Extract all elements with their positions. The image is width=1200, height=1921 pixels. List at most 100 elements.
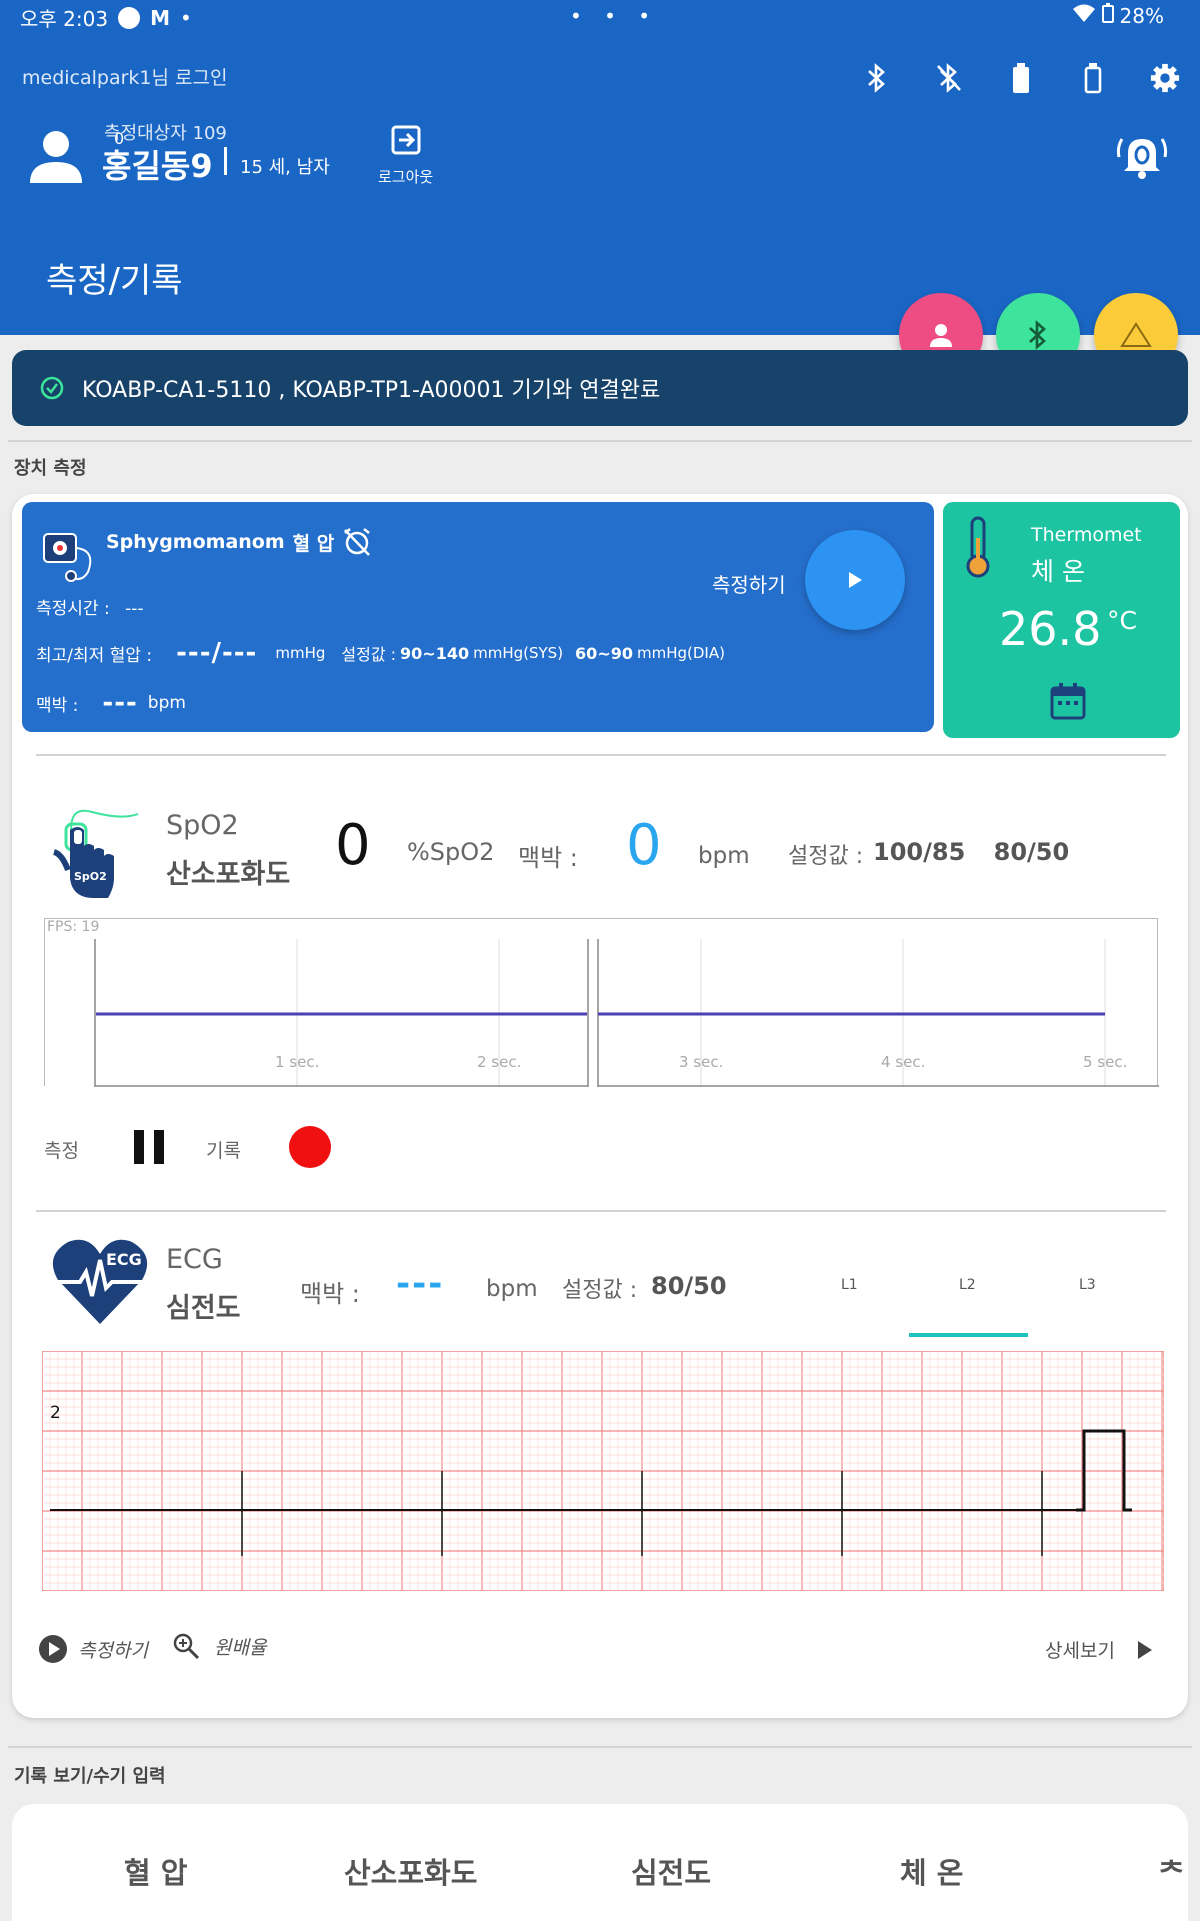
warning-icon	[1120, 322, 1152, 347]
app-header: medicalpark1님 로그인 측정대상자 109 홍길동9 15 세, 남…	[0, 33, 1200, 335]
check-circle-icon	[40, 376, 64, 400]
divider	[8, 440, 1192, 442]
spo2-hand-icon: SpO2	[52, 800, 142, 904]
tab-spo2[interactable]: 산소포화도	[344, 1850, 477, 1892]
ecg-setting-label: 설정값 :	[562, 1278, 638, 1303]
tick-5-sec: 5 sec.	[1083, 1053, 1128, 1071]
spo2-setting-label: 설정값 :	[788, 844, 864, 869]
tab-temperature[interactable]: 체 온	[900, 1850, 963, 1892]
subject-age-gender: 15 세, 남자	[240, 157, 330, 178]
tab-lead-l2[interactable]: L2	[959, 1277, 976, 1293]
tab-lead-l1[interactable]: L1	[841, 1277, 858, 1293]
zoom-in-icon	[173, 1633, 200, 1660]
ecg-pulse-value: ---	[396, 1264, 445, 1304]
tick-4-sec: 4 sec.	[881, 1053, 926, 1071]
bp-value: ---/---	[176, 638, 258, 668]
name-separator	[224, 147, 227, 175]
bp-label: 최고/최저 혈압 :	[36, 645, 153, 666]
spo2-setting-value-1: 100/85	[873, 838, 966, 866]
record-button[interactable]	[289, 1126, 331, 1168]
spo2-pulse-label: 맥박 :	[518, 844, 578, 872]
bp-measure-play-button[interactable]	[805, 530, 905, 630]
ecg-heart-icon: ECG	[50, 1236, 150, 1330]
ecg-detail-button[interactable]: 상세보기	[1045, 1636, 1153, 1663]
spo2-icon-label: SpO2	[74, 870, 107, 883]
bluetooth-disabled-icon[interactable]	[934, 61, 964, 95]
bluetooth-icon[interactable]	[862, 61, 892, 95]
login-text: medicalpark1님 로그인	[22, 67, 228, 89]
wifi-icon	[1072, 3, 1096, 28]
bp-sys-unit: mmHg(SYS)	[473, 644, 564, 662]
section-label-device: 장치 측정	[14, 458, 87, 479]
play-arrow-icon	[1137, 1640, 1152, 1659]
blood-pressure-panel: Sphygmomanom 혈 압 측정시간 : --- 최고/최저 혈압 : -…	[22, 502, 934, 732]
status-dots: • • •	[570, 4, 659, 28]
bp-pulse-value: ---	[102, 688, 138, 718]
pause-icon	[134, 1130, 164, 1164]
settings-gear-icon[interactable]	[1150, 61, 1180, 95]
bp-unit: mmHg	[275, 644, 326, 662]
spo2-setting-value-2: 80/50	[993, 838, 1070, 866]
battery-empty-icon[interactable]	[1078, 61, 1108, 95]
connection-text: KOABP-CA1-5110 , KOABP-TP1-A00001 기기와 연결…	[82, 378, 661, 403]
alarm-count: 0	[114, 129, 125, 148]
spo2-name: SpO2	[166, 810, 239, 841]
gmail-icon: M	[150, 5, 170, 30]
sphygmomanometer-icon	[42, 528, 98, 588]
spo2-record-label: 기록	[206, 1140, 241, 1162]
thermo-value: 26.8	[999, 602, 1102, 656]
bp-setting-label: 설정값 :	[341, 645, 397, 664]
play-circle-icon	[39, 1635, 67, 1663]
ecg-title: 심전도	[166, 1293, 241, 1324]
ecg-setting-value: 80/50	[651, 1272, 727, 1300]
spo2-unit: %SpO2	[407, 838, 495, 866]
calendar-icon[interactable]	[1050, 682, 1086, 724]
ecg-grid-chart: 2	[41, 1350, 1165, 1592]
records-tab-card	[12, 1804, 1188, 1921]
selected-lead-indicator	[909, 1333, 1028, 1337]
ecg-measure-label: 측정하기	[78, 1639, 148, 1662]
tab-ecg[interactable]: 심전도	[631, 1850, 711, 1892]
ecg-measure-button[interactable]: 측정하기	[38, 1634, 148, 1664]
tab-blood-pressure[interactable]: 혈 압	[124, 1850, 187, 1892]
bp-device-name: Sphygmomanom	[106, 531, 285, 553]
thermometer-icon	[963, 516, 993, 582]
spo2-value: 0	[335, 813, 371, 878]
bp-time-value: ---	[125, 599, 144, 619]
notification-icon	[118, 6, 141, 29]
spo2-setting-values: 100/85 80/50	[873, 838, 1069, 866]
thermo-device-name: Thermomet	[1031, 524, 1142, 546]
spo2-waveform-chart: FPS: 19 1 sec. 2 sec. 3 sec. 4 sec. 5 se…	[44, 918, 1159, 1087]
logout-button[interactable]: 로그아웃	[378, 166, 433, 187]
bp-sys-value: 90~140	[400, 643, 470, 663]
bp-measure-label[interactable]: 측정하기	[712, 569, 786, 598]
ecg-scale-label: 2	[50, 1403, 61, 1423]
alarm-off-icon[interactable]	[342, 527, 372, 557]
logout-icon[interactable]	[390, 125, 422, 159]
ecg-detail-label: 상세보기	[1045, 1640, 1115, 1662]
section-label-records: 기록 보기/수기 입력	[14, 1766, 166, 1787]
tick-1-sec: 1 sec.	[275, 1053, 320, 1071]
bp-pulse-label: 맥박 :	[36, 695, 79, 716]
tab-lead-l3[interactable]: L3	[1079, 1277, 1096, 1293]
battery-status-icon	[1101, 3, 1114, 28]
alarm-bell-icon[interactable]: 0	[114, 129, 1170, 185]
divider	[36, 754, 1166, 756]
ecg-waveform-svg	[41, 1350, 1165, 1592]
divider	[36, 1210, 1166, 1212]
pause-button[interactable]	[132, 1128, 166, 1170]
bp-time-label: 측정시간 :	[36, 599, 110, 619]
spo2-measure-label: 측정	[44, 1140, 79, 1162]
thermometer-panel: Thermomet 체 온 26.8 °C	[943, 502, 1180, 738]
play-icon	[849, 572, 862, 588]
spo2-pulse-unit: bpm	[698, 843, 750, 869]
bp-dia-unit: mmHg(DIA)	[636, 644, 725, 662]
battery-percent: 28%	[1119, 3, 1164, 28]
divider	[8, 1746, 1192, 1748]
ecg-zoom-button[interactable]: 원배율	[172, 1632, 266, 1660]
tab-more[interactable]: ᄎ	[1158, 1850, 1185, 1892]
tick-3-sec: 3 sec.	[679, 1053, 724, 1071]
battery-full-icon[interactable]	[1006, 61, 1036, 95]
bluetooth-icon	[1029, 320, 1046, 350]
bp-pulse-unit: bpm	[147, 693, 186, 713]
